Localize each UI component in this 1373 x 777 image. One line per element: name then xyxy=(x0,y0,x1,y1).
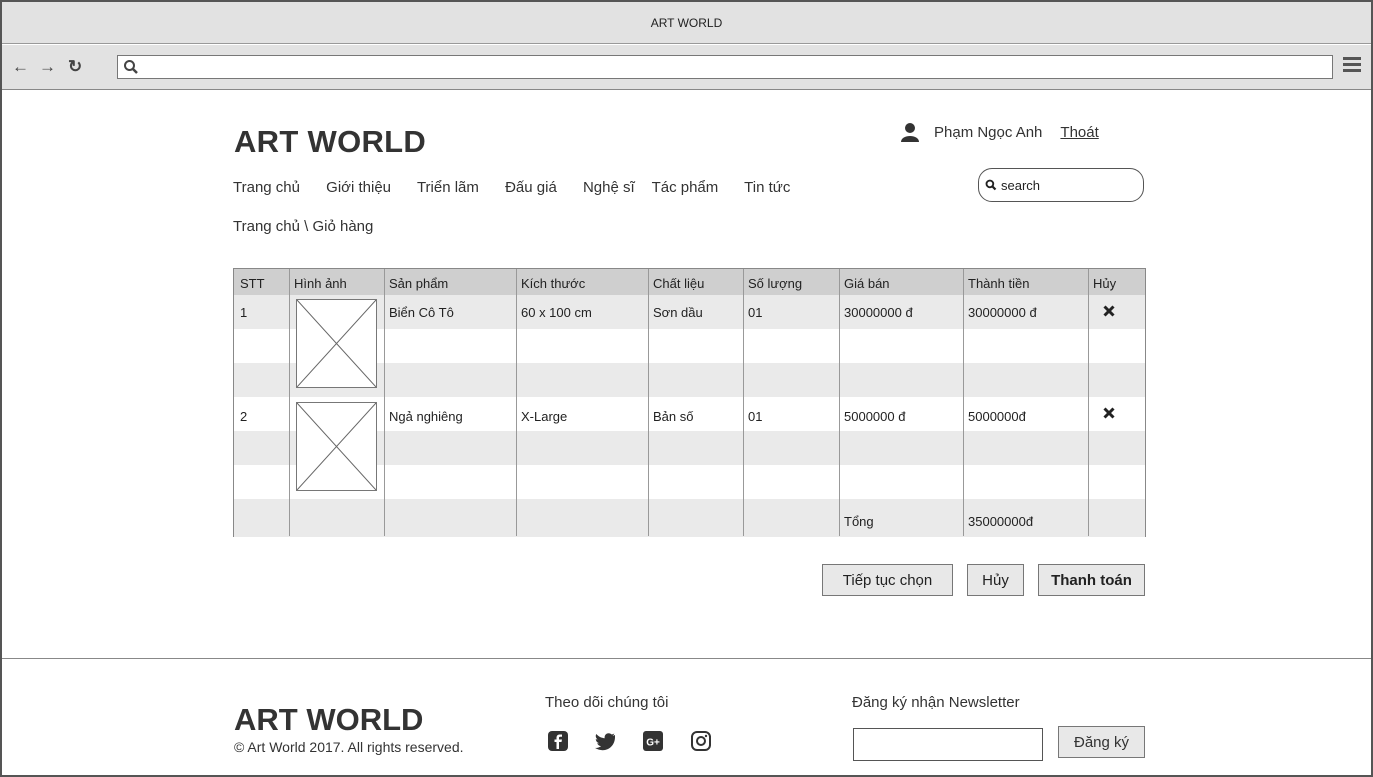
search-icon xyxy=(124,60,138,74)
column-header: Kích thước xyxy=(521,276,586,291)
column-header: Thành tiền xyxy=(968,276,1030,291)
total-label: Tổng xyxy=(844,514,874,529)
nav-item-exhibitions[interactable]: Triển lãm xyxy=(417,179,479,196)
breadcrumb: Trang chủ \ Giỏ hàng xyxy=(233,218,374,235)
column-header: STT xyxy=(240,276,265,291)
checkout-button[interactable]: Thanh toán xyxy=(1038,564,1145,596)
hamburger-menu-icon[interactable] xyxy=(1343,57,1361,73)
window-title: ART WORLD xyxy=(650,15,723,30)
forward-arrow-icon[interactable]: → xyxy=(39,57,56,77)
reload-icon[interactable]: ↻ xyxy=(68,57,82,77)
search-input[interactable]: search xyxy=(978,168,1144,202)
site-logo[interactable]: ART WORLD xyxy=(234,124,426,160)
column-divider xyxy=(516,269,517,536)
product-quantity[interactable]: 01 xyxy=(748,409,762,424)
product-size: X-Large xyxy=(521,409,568,424)
newsletter-title: Đăng ký nhận Newsletter xyxy=(852,694,1020,711)
search-icon xyxy=(985,179,997,191)
product-image[interactable] xyxy=(296,402,377,491)
cart-table: STT Hình ảnh Sản phẩm Kích thước Chất li… xyxy=(233,268,1146,537)
column-header: Giá bán xyxy=(844,276,890,291)
total-value: 35000000đ xyxy=(968,514,1034,529)
url-input[interactable] xyxy=(117,55,1333,79)
column-header: Hình ảnh xyxy=(294,276,347,291)
row-number: 2 xyxy=(240,409,248,424)
newsletter-email-input[interactable] xyxy=(853,728,1043,761)
address-bar: ← → ↻ xyxy=(2,45,1371,90)
user-area: Phạm Ngọc Anh Thoát xyxy=(900,122,1099,142)
facebook-icon[interactable] xyxy=(547,730,569,752)
image-placeholder-icon xyxy=(296,299,377,388)
search-placeholder: search xyxy=(1001,177,1041,193)
product-image[interactable] xyxy=(296,299,377,388)
column-header: Sản phẩm xyxy=(389,276,449,291)
nav-item-news[interactable]: Tin tức xyxy=(744,179,790,196)
back-arrow-icon[interactable]: ← xyxy=(12,57,29,77)
product-size: 60 x 100 cm xyxy=(521,305,592,320)
product-material: Bản số xyxy=(653,409,694,424)
column-header: Hủy xyxy=(1093,276,1117,291)
copyright: © Art World 2017. All rights reserved. xyxy=(234,739,464,755)
column-divider xyxy=(384,269,385,536)
product-name[interactable]: Ngả nghiêng xyxy=(389,409,463,424)
product-subtotal: 5000000đ xyxy=(968,409,1026,424)
remove-item-icon[interactable] xyxy=(1103,407,1115,419)
follow-title: Theo dõi chúng tôi xyxy=(545,694,669,711)
column-divider xyxy=(839,269,840,536)
twitter-icon[interactable] xyxy=(594,730,616,752)
continue-shopping-button[interactable]: Tiếp tục chọn xyxy=(822,564,953,596)
row-number: 1 xyxy=(240,305,248,320)
product-price: 30000000 đ xyxy=(844,305,913,320)
column-divider xyxy=(743,269,744,536)
instagram-icon[interactable] xyxy=(690,730,712,752)
column-divider xyxy=(963,269,964,536)
nav-item-home[interactable]: Trang chủ xyxy=(233,179,300,196)
cancel-button[interactable]: Hủy xyxy=(967,564,1024,596)
column-divider xyxy=(1088,269,1089,536)
product-material: Sơn dầu xyxy=(653,305,703,320)
product-price: 5000000 đ xyxy=(844,409,906,424)
product-subtotal: 30000000 đ xyxy=(968,305,1037,320)
logout-link[interactable]: Thoát xyxy=(1060,124,1098,141)
user-icon xyxy=(901,123,919,142)
nav-item-about[interactable]: Giới thiệu xyxy=(326,179,391,196)
window-titlebar: ART WORLD xyxy=(2,2,1371,44)
column-header: Số lượng xyxy=(748,276,803,291)
svg-text:G+: G+ xyxy=(646,738,660,749)
newsletter-subscribe-button[interactable]: Đăng ký xyxy=(1058,726,1145,758)
main-nav: Trang chủ Giới thiệu Triển lãm Đấu giá N… xyxy=(233,179,812,196)
column-divider xyxy=(289,269,290,536)
nav-item-auction[interactable]: Đấu giá xyxy=(505,179,557,196)
nav-item-artworks[interactable]: Tác phẩm xyxy=(652,179,719,196)
column-header: Chất liệu xyxy=(653,276,705,291)
user-name[interactable]: Phạm Ngọc Anh xyxy=(934,124,1042,141)
browser-window: ART WORLD ← → ↻ ART WORLD Phạm Ngọc Anh … xyxy=(0,0,1373,777)
nav-item-artists[interactable]: Nghệ sĩ xyxy=(583,179,635,196)
footer-divider xyxy=(2,658,1371,659)
product-quantity[interactable]: 01 xyxy=(748,305,762,320)
footer-logo: ART WORLD xyxy=(234,702,424,737)
google-plus-icon[interactable]: G+ xyxy=(642,730,664,752)
image-placeholder-icon xyxy=(296,402,377,491)
remove-item-icon[interactable] xyxy=(1103,305,1115,317)
product-name[interactable]: Biển Cô Tô xyxy=(389,305,454,320)
column-divider xyxy=(648,269,649,536)
